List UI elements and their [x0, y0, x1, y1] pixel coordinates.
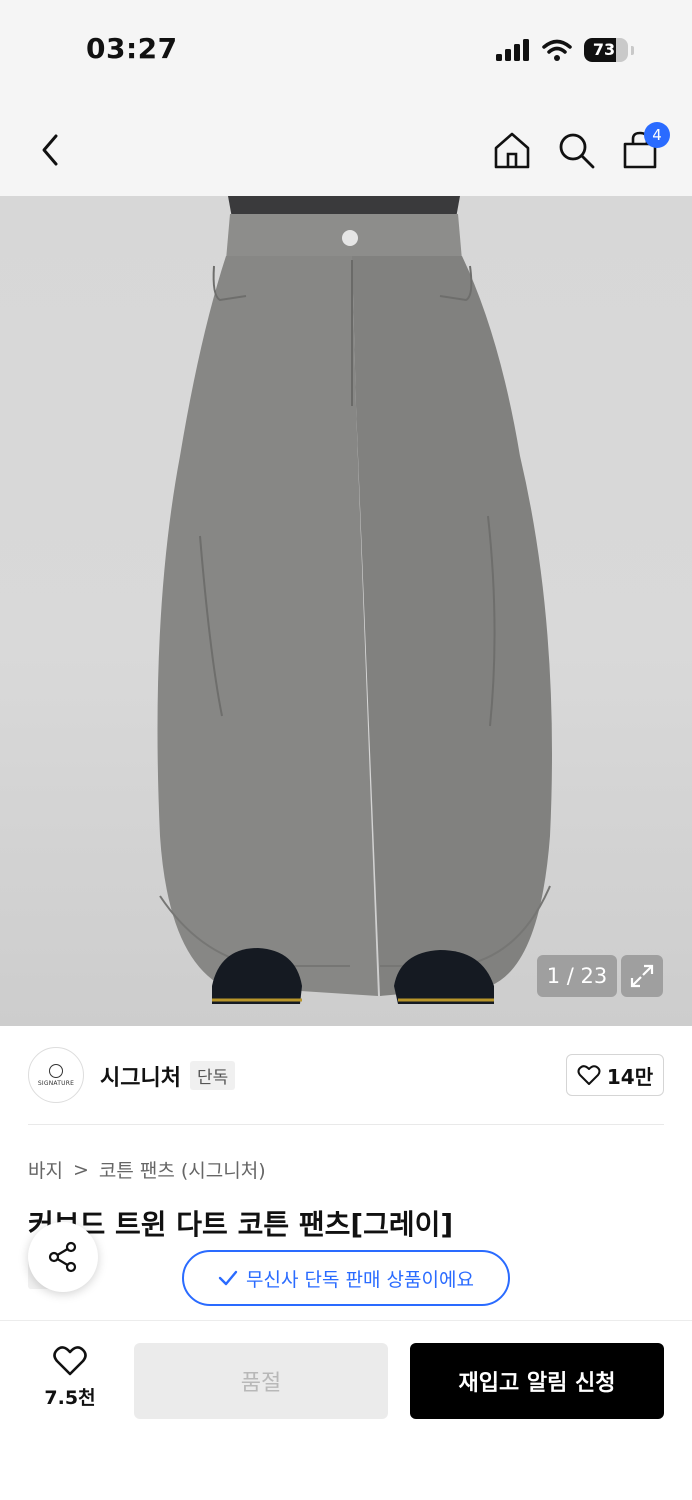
expand-image-button[interactable] — [621, 955, 663, 997]
wishlist-button[interactable]: 7.5천 — [30, 1345, 110, 1425]
wifi-icon — [542, 39, 572, 61]
brand-logo-text: SIGNATURE — [37, 1079, 75, 1087]
search-button[interactable] — [554, 128, 598, 172]
chevron-left-icon — [42, 134, 58, 166]
back-button[interactable] — [30, 128, 70, 172]
exclusive-toast: 무신사 단독 판매 상품이에요 — [182, 1250, 510, 1306]
brand-logo-mark — [49, 1063, 63, 1078]
check-icon — [218, 1270, 238, 1286]
soldout-button: 품절 — [134, 1343, 388, 1419]
product-image[interactable] — [0, 196, 692, 1026]
cart-count-badge: 4 — [644, 122, 670, 148]
wishlist-count: 7.5천 — [44, 1387, 96, 1409]
restock-alert-button[interactable]: 재입고 알림 신청 — [410, 1343, 664, 1419]
image-counter: 1 / 23 — [537, 955, 617, 997]
breadcrumb-subcategory[interactable]: 코튼 팬츠 (시그니처) — [99, 1156, 266, 1183]
heart-outline-icon — [53, 1346, 87, 1376]
battery-tip — [631, 45, 634, 55]
brand-name[interactable]: 시그니처 — [100, 1060, 181, 1092]
search-icon — [559, 133, 595, 169]
breadcrumb: 바지 > 코튼 팬츠 (시그니처) — [28, 1156, 266, 1183]
share-button[interactable] — [28, 1222, 98, 1292]
status-time: 03:27 — [86, 32, 178, 65]
heart-icon — [577, 1065, 601, 1085]
battery-percentage: 73 — [592, 40, 616, 59]
exclusive-toast-text: 무신사 단독 판매 상품이에요 — [246, 1268, 474, 1291]
brand-like-button[interactable]: 14만 — [566, 1054, 664, 1096]
product-photo — [157, 196, 552, 1004]
cellular-signal-icon — [496, 39, 529, 61]
cart-button[interactable]: 4 — [618, 122, 670, 172]
status-bar: 03:27 73 — [0, 0, 692, 100]
section-divider — [28, 1124, 664, 1125]
top-nav: 4 — [0, 100, 692, 196]
expand-icon — [630, 964, 654, 988]
breadcrumb-separator: > — [72, 1158, 89, 1181]
brand-exclusive-badge: 단독 — [190, 1061, 236, 1090]
brand-logo[interactable]: SIGNATURE — [28, 1047, 84, 1103]
brand-like-count: 14만 — [606, 1064, 654, 1089]
battery-icon: 73 — [584, 38, 628, 62]
home-button[interactable] — [490, 128, 534, 172]
home-icon — [494, 132, 530, 169]
breadcrumb-category[interactable]: 바지 — [28, 1156, 63, 1183]
share-icon — [48, 1241, 77, 1273]
status-icons: 73 — [496, 38, 634, 62]
bottom-action-bar: 7.5천 품절 재입고 알림 신청 — [0, 1320, 692, 1500]
